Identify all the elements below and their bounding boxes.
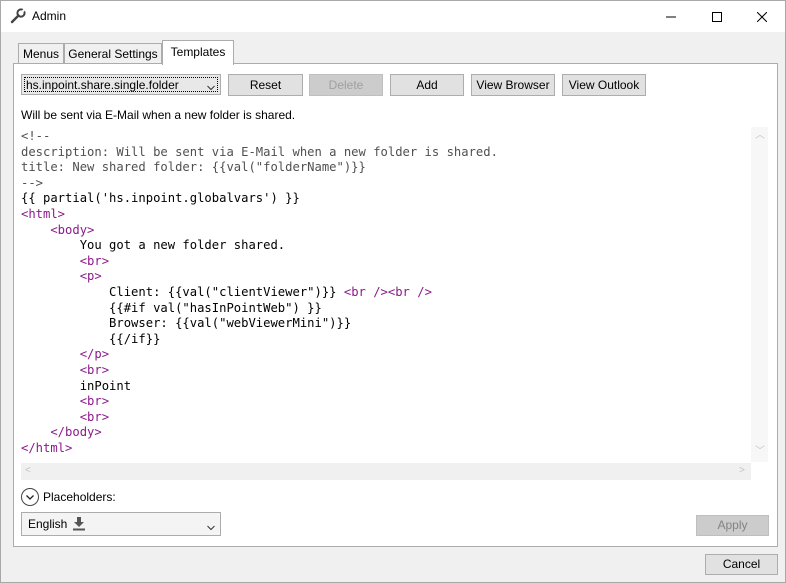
- code-line: <html>: [21, 207, 498, 223]
- scroll-corner: [751, 463, 768, 480]
- reset-button[interactable]: Reset: [228, 74, 303, 96]
- code-line: {{#if val("hasInPointWeb") }}: [21, 301, 498, 317]
- minimize-icon: [666, 12, 676, 22]
- code-token: {{/if}}: [21, 331, 161, 346]
- title-bar[interactable]: Admin: [1, 1, 785, 32]
- code-token: </html>: [21, 440, 73, 455]
- template-select[interactable]: hs.inpoint.share.single.folder: [21, 74, 221, 95]
- code-token: <!--: [21, 129, 51, 143]
- code-token: title: New shared folder: {{val("folderN…: [21, 160, 366, 175]
- add-button[interactable]: Add: [390, 74, 464, 96]
- code-line: -->: [21, 176, 498, 192]
- code-token: {{ partial('hs.inpoint.globalvars') }}: [21, 191, 300, 206]
- download-icon: [72, 517, 86, 534]
- chevron-down-icon: [207, 80, 215, 94]
- code-token: <body>: [21, 222, 95, 237]
- vertical-scrollbar[interactable]: ︿ ﹀: [751, 127, 768, 462]
- code-line: </p>: [21, 347, 498, 363]
- language-value: English: [28, 517, 68, 531]
- code-token: <br>: [21, 394, 110, 409]
- code-token: {{#if val("hasInPointWeb") }}: [21, 300, 322, 315]
- code-token: </p>: [21, 347, 110, 362]
- code-line: Client: {{val("clientViewer")}} <br /><b…: [21, 285, 498, 301]
- horizontal-scrollbar[interactable]: < >: [21, 463, 751, 480]
- code-line: <br>: [21, 254, 498, 270]
- maximize-button[interactable]: [694, 1, 740, 32]
- templates-panel: hs.inpoint.share.single.folder Reset Del…: [13, 63, 778, 547]
- code-line: You got a new folder shared.: [21, 238, 498, 254]
- template-editor[interactable]: <!-- description: Will be sent via E-Mail…: [21, 127, 768, 480]
- code-line: inPoint: [21, 379, 498, 395]
- code-token: <p>: [21, 269, 102, 284]
- code-token: <html>: [21, 206, 66, 221]
- window-title: Admin: [32, 9, 67, 23]
- code-line: description: Will be sent via E-Mail whe…: [21, 145, 498, 161]
- language-select[interactable]: English: [21, 512, 221, 536]
- code-token: description: Will be sent via E-Mail whe…: [21, 144, 498, 159]
- cancel-button[interactable]: Cancel: [705, 554, 778, 575]
- scroll-left-icon[interactable]: <: [25, 466, 31, 476]
- expand-icon: [21, 488, 39, 506]
- code-line: Browser: {{val("webViewerMini")}}: [21, 316, 498, 332]
- code-token: <br>: [21, 253, 110, 268]
- minimize-button[interactable]: [648, 1, 694, 32]
- code-line: <!--: [21, 129, 498, 145]
- scroll-up-icon[interactable]: ︿: [755, 131, 765, 141]
- maximize-icon: [712, 11, 722, 22]
- code-token: You got a new folder shared.: [21, 238, 286, 253]
- code-token: inPoint: [21, 378, 132, 393]
- tab-templates[interactable]: Templates: [162, 40, 234, 65]
- delete-button[interactable]: Delete: [309, 74, 383, 96]
- chevron-down-icon: [207, 520, 215, 534]
- code-line: <p>: [21, 269, 498, 285]
- code-token: <br>: [21, 362, 110, 377]
- template-select-value: hs.inpoint.share.single.folder: [26, 78, 179, 92]
- view-outlook-button[interactable]: View Outlook: [562, 74, 646, 96]
- apply-button[interactable]: Apply: [696, 515, 769, 536]
- code-line: title: New shared folder: {{val("folderN…: [21, 160, 498, 176]
- code-token: <br /><br />: [343, 284, 432, 299]
- code-line: <br>: [21, 410, 498, 426]
- code-token: -->: [21, 175, 44, 190]
- tab-general-settings[interactable]: General Settings: [64, 43, 162, 64]
- scroll-down-icon[interactable]: ﹀: [755, 447, 765, 457]
- view-browser-button[interactable]: View Browser: [471, 74, 555, 96]
- template-description: Will be sent via E-Mail when a new folde…: [21, 108, 296, 122]
- code-line: {{ partial('hs.inpoint.globalvars') }}: [21, 191, 498, 207]
- tab-menus[interactable]: Menus: [18, 43, 64, 64]
- close-button[interactable]: [739, 1, 785, 32]
- code-line: <body>: [21, 223, 498, 239]
- code-line: <br>: [21, 363, 498, 379]
- scroll-right-icon[interactable]: >: [739, 466, 745, 476]
- code-line: {{/if}}: [21, 332, 498, 348]
- code-token: </body>: [21, 425, 102, 440]
- code-text[interactable]: <!-- description: Will be sent via E-Mail…: [21, 129, 498, 456]
- code-line: <br>: [21, 394, 498, 410]
- code-line: </html>: [21, 441, 498, 457]
- code-token: Browser: {{val("webViewerMini")}}: [21, 316, 352, 331]
- code-token: Client: {{val("clientViewer")}}: [21, 284, 344, 299]
- wrench-icon: [10, 8, 26, 24]
- placeholders-label: Placeholders:: [43, 490, 116, 504]
- admin-window: Admin Menus General Settings Templates h…: [0, 0, 786, 583]
- code-line: </body>: [21, 425, 498, 441]
- code-token: <br>: [21, 409, 110, 424]
- close-icon: [757, 11, 767, 22]
